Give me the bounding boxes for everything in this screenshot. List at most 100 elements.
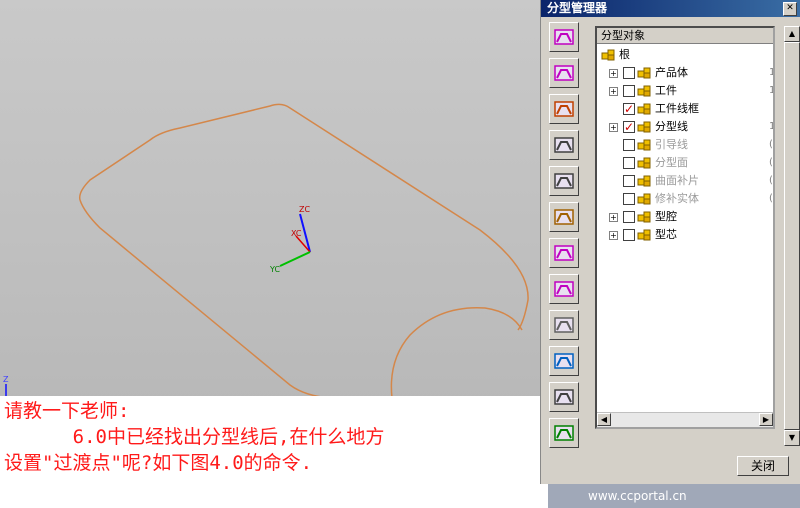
tree-node[interactable]: 引导线 ( [597, 136, 773, 154]
tool-button-3[interactable] [549, 94, 579, 124]
core-icon [554, 281, 574, 297]
tree-node-label: 根 [619, 48, 630, 61]
watermark: www.ccportal.cn [548, 484, 800, 508]
tree-node-label: 型芯 [655, 228, 677, 241]
parting-object-tree[interactable]: 分型对象 根+产品体1+工件1工件线框+分型线1引导线(分型面(曲面补片(修补实… [595, 26, 775, 429]
tree-node-label: 分型面 [655, 156, 688, 169]
tree-node-label: 修补实体 [655, 192, 699, 205]
visibility-checkbox[interactable] [623, 193, 635, 205]
tree-column-header[interactable]: 分型对象 [597, 28, 773, 44]
yc-axis-line [279, 251, 311, 267]
expand-icon[interactable]: + [609, 213, 618, 222]
tool-button-1[interactable] [549, 22, 579, 52]
visibility-checkbox[interactable] [623, 211, 635, 223]
tree-node-trailing: ( [769, 175, 773, 186]
visibility-checkbox[interactable] [623, 229, 635, 241]
tree-node-label: 引导线 [655, 138, 688, 151]
tree-node[interactable]: 曲面补片 ( [597, 172, 773, 190]
part-outline-curve [78, 103, 529, 331]
tree-node-label: 分型线 [655, 120, 688, 133]
surface-patch-icon [554, 101, 574, 117]
visibility-checkbox[interactable] [623, 157, 635, 169]
note-line-2: 6.0中已经找出分型线后,在什么地方 [4, 426, 385, 448]
parting-manager-dialog: 分型管理器 ✕ 分型对象 根+产品体1+工件1工件线框+分型线1引导线(分型面(… [540, 0, 800, 484]
close-button[interactable]: 关闭 [737, 456, 789, 476]
recompute-icon [554, 353, 574, 369]
tree-node[interactable]: + 分型线 1 [597, 118, 773, 136]
scroll-left-icon[interactable]: ◀ [597, 413, 611, 426]
visibility-checkbox[interactable] [623, 118, 635, 136]
z-label: Z [3, 375, 9, 384]
tool-button-8[interactable] [549, 274, 579, 304]
visibility-checkbox[interactable] [623, 175, 635, 187]
tree-node[interactable]: 工件线框 [597, 100, 773, 118]
tree-node[interactable]: + 型腔 [597, 208, 773, 226]
edit-parting-icon [554, 137, 574, 153]
vertical-scrollbar[interactable]: ▲ ▼ [784, 26, 800, 446]
scroll-down-icon[interactable]: ▼ [784, 430, 800, 446]
refresh-icon [554, 425, 574, 441]
cavity-icon [554, 245, 574, 261]
scroll-up-icon[interactable]: ▲ [784, 26, 800, 42]
visibility-checkbox[interactable] [623, 67, 635, 79]
cube-group-icon [637, 139, 651, 151]
cube-group-icon [637, 67, 651, 79]
cube-group-icon [637, 175, 651, 187]
tree-node-label: 工件 [655, 84, 677, 97]
expand-icon[interactable]: + [609, 87, 618, 96]
tree-node[interactable]: 根 [597, 46, 773, 64]
tool-button-7[interactable] [549, 238, 579, 268]
tree-node-trailing: 1 [769, 67, 775, 78]
visibility-checkbox[interactable] [623, 85, 635, 97]
cube-group-icon [637, 157, 651, 169]
tree-node-label: 产品体 [655, 66, 688, 79]
tree-node-label: 工件线框 [655, 102, 699, 115]
expand-icon[interactable]: + [609, 123, 618, 132]
part-outline-curve-lower [79, 199, 393, 401]
tool-button-10[interactable] [549, 346, 579, 376]
visibility-checkbox[interactable] [623, 139, 635, 151]
solid-patch-icon [554, 317, 574, 333]
dialog-title: 分型管理器 [547, 1, 608, 15]
zc-label: ZC [299, 205, 310, 214]
tree-node[interactable]: + 型芯 [597, 226, 773, 244]
scroll-right-icon[interactable]: ▶ [759, 413, 773, 426]
expand-icon[interactable]: + [609, 231, 618, 240]
tree-node[interactable]: + 产品体 1 [597, 64, 773, 82]
tree-node-trailing: 1 [769, 85, 775, 96]
cube-group-icon [637, 103, 651, 115]
tool-button-6[interactable] [549, 202, 579, 232]
note-line-1: 请教一下老师: [4, 400, 130, 422]
tree-node-trailing: ( [769, 139, 773, 150]
tree-node-label: 曲面补片 [655, 174, 699, 187]
tree-node-trailing: ( [769, 157, 773, 168]
tool-button-2[interactable] [549, 58, 579, 88]
dialog-titlebar[interactable]: 分型管理器 ✕ [541, 0, 800, 17]
xc-label: XC [291, 229, 302, 238]
cube-group-icon [637, 85, 651, 97]
tool-button-5[interactable] [549, 166, 579, 196]
cube-group-icon [637, 193, 651, 205]
cube-group-icon [637, 121, 651, 133]
expand-icon[interactable]: + [609, 69, 618, 78]
report-icon [554, 389, 574, 405]
tool-button-4[interactable] [549, 130, 579, 160]
tree-node[interactable]: + 工件 1 [597, 82, 773, 100]
yc-label: YC [269, 265, 280, 274]
scroll-thumb[interactable] [784, 42, 800, 430]
parting-line-icon [554, 65, 574, 81]
parting-shape-icon [554, 29, 574, 45]
tool-button-11[interactable] [549, 382, 579, 412]
horizontal-scrollbar[interactable]: ◀ ▶ [597, 412, 773, 427]
tree-node-trailing: 1 [769, 121, 775, 132]
tree-node-label: 型腔 [655, 210, 677, 223]
close-icon[interactable]: ✕ [783, 2, 797, 16]
tree-node[interactable]: 分型面 ( [597, 154, 773, 172]
tool-button-12[interactable] [549, 418, 579, 448]
transfer-icon [554, 209, 574, 225]
visibility-checkbox[interactable] [623, 100, 635, 118]
tree-node-trailing: ( [769, 193, 773, 204]
tree-node[interactable]: 修补实体 ( [597, 190, 773, 208]
arc-curve [390, 306, 523, 399]
tool-button-9[interactable] [549, 310, 579, 340]
